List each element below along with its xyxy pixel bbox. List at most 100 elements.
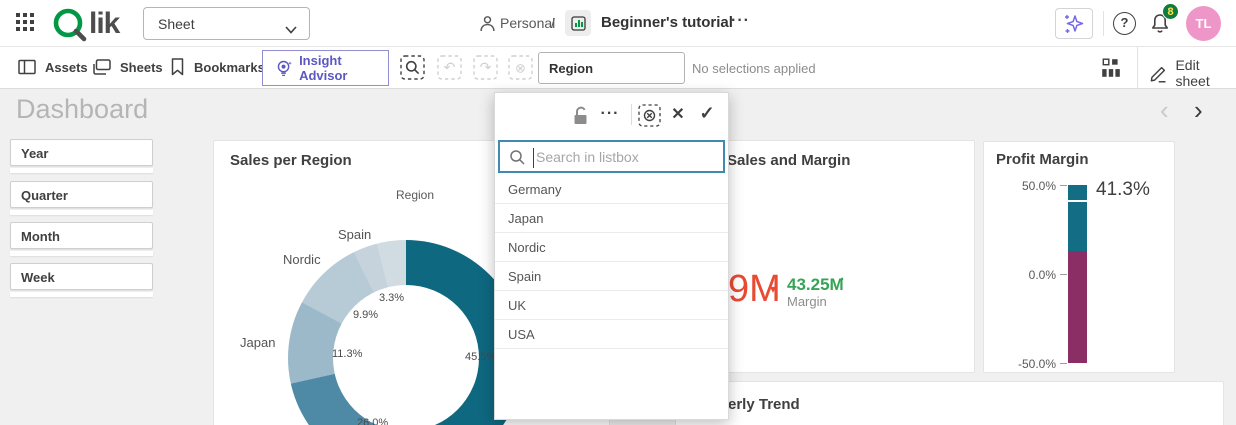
- sheet-selector[interactable]: Sheet: [143, 7, 310, 40]
- kpi-margin-value: 43.25M: [787, 275, 844, 295]
- redo-selection-icon[interactable]: ↷: [473, 55, 498, 80]
- svg-text:↷: ↷: [480, 59, 492, 75]
- app-launcher-icon[interactable]: [16, 13, 36, 38]
- gauge-tick-label-max: 50.0%: [996, 179, 1056, 193]
- sparkle-icon: [1062, 12, 1086, 36]
- edit-sheet-label: Edit sheet: [1175, 57, 1236, 89]
- filter-year[interactable]: Year: [10, 139, 153, 166]
- listbox-searchbox: [498, 140, 725, 173]
- donut-pct-japan: 11.3%: [332, 348, 362, 360]
- app-title: Beginner's tutorial: [601, 14, 733, 31]
- filter-week[interactable]: Week: [10, 263, 153, 290]
- insight-advisor-button[interactable]: Insight Advisor: [262, 50, 389, 86]
- filter-week-label: Week: [21, 270, 55, 285]
- listbox-item-nordic[interactable]: Nordic: [495, 233, 728, 262]
- app-icon: [565, 10, 591, 36]
- gauge-segment-positive: [1068, 185, 1087, 251]
- selections-status: No selections applied: [692, 61, 816, 76]
- text-caret: [533, 148, 534, 168]
- confirm-icon[interactable]: ✓: [693, 101, 721, 125]
- gauge-segment-negative: [1068, 251, 1087, 363]
- sales-and-margin-title: Sales and Margin: [727, 152, 850, 169]
- gauge-bar: [1068, 185, 1087, 363]
- insight-advisor-icon: [276, 59, 292, 77]
- filter-quarter[interactable]: Quarter: [10, 181, 153, 208]
- toolbar-divider: [1137, 47, 1138, 88]
- more-options-icon[interactable]: ···: [731, 12, 750, 30]
- edit-pencil-icon: [1149, 64, 1167, 83]
- kpi-margin-label: Margin: [787, 294, 827, 309]
- insight-advisor-label: Insight Advisor: [299, 53, 388, 83]
- assets-label: Assets: [45, 60, 88, 75]
- gauge-tick-min: [1060, 363, 1067, 364]
- clear-selection-icon[interactable]: [637, 103, 661, 127]
- user-icon: [479, 15, 496, 37]
- search-icon: [509, 149, 526, 171]
- region-listbox-popup: ··· ✕ ✓ Germany Japan Nordic Spain UK US…: [494, 92, 729, 420]
- menu-dots-icon[interactable]: ···: [597, 102, 623, 126]
- qlik-logo-text: lik: [89, 7, 119, 41]
- top-bar: lik Sheet Personal / Beginner's tutorial…: [0, 0, 1236, 47]
- donut-callout-japan: Japan: [240, 335, 275, 350]
- popup-divider: [631, 104, 632, 125]
- chevron-down-icon: [285, 21, 297, 39]
- listbox-item-germany[interactable]: Germany: [495, 175, 728, 204]
- page-title: Dashboard: [16, 94, 148, 125]
- sheets-icon: [93, 59, 111, 75]
- insight-advisor-chat-button[interactable]: [1055, 8, 1093, 39]
- cancel-icon[interactable]: ✕: [665, 102, 691, 126]
- donut-callout-spain: Spain: [338, 227, 371, 242]
- listbox-item-spain[interactable]: Spain: [495, 262, 728, 291]
- gauge-marker: [1068, 200, 1087, 202]
- gauge-tick-zero: [1060, 274, 1067, 275]
- notification-badge: 8: [1162, 3, 1179, 20]
- listbox-item-japan[interactable]: Japan: [495, 204, 728, 233]
- quarterly-trend-panel: Quarterly Trend: [675, 381, 1224, 425]
- sales-per-region-title: Sales per Region: [230, 152, 352, 169]
- prev-sheet-chevron[interactable]: ‹: [1160, 98, 1169, 122]
- undo-selection-icon[interactable]: ↶: [437, 55, 462, 80]
- next-sheet-chevron[interactable]: ›: [1194, 98, 1203, 122]
- edit-sheet-button[interactable]: Edit sheet: [1149, 57, 1236, 89]
- topbar-divider: [1103, 11, 1104, 36]
- profit-margin-title: Profit Margin: [996, 151, 1089, 168]
- sheets-button[interactable]: Sheets: [93, 59, 163, 75]
- gauge-tick-label-min: -50.0%: [996, 357, 1056, 371]
- donut-pct-spain: 3.3%: [379, 292, 404, 304]
- listbox-item-uk[interactable]: UK: [495, 291, 728, 320]
- assets-icon: [18, 59, 36, 75]
- search-selections-icon[interactable]: [400, 55, 425, 80]
- gauge-value: 41.3%: [1096, 179, 1150, 201]
- kpi-sales-trend-down-icon: ▾: [770, 282, 776, 296]
- svg-text:↶: ↶: [444, 59, 456, 75]
- qlik-logo: lik: [52, 5, 119, 43]
- sheet-grid-icon[interactable]: [1100, 57, 1122, 84]
- listbox-item-usa[interactable]: USA: [495, 320, 728, 349]
- gauge-tick-label-zero: 0.0%: [996, 268, 1056, 282]
- profit-margin-panel: Profit Margin 50.0% 0.0% -50.0% 41.3%: [983, 141, 1175, 373]
- sheets-label: Sheets: [120, 60, 163, 75]
- listbox-search-input[interactable]: [536, 144, 721, 169]
- donut-callout-nordic: Nordic: [283, 252, 321, 267]
- avatar[interactable]: TL: [1186, 6, 1221, 41]
- bookmarks-button[interactable]: Bookmarks: [170, 58, 265, 76]
- filter-quarter-label: Quarter: [21, 188, 68, 203]
- clear-selections-icon[interactable]: ⊗: [508, 55, 533, 80]
- breadcrumb-owner[interactable]: Personal: [500, 15, 555, 31]
- svg-text:⊗: ⊗: [515, 61, 526, 76]
- filter-month-label: Month: [21, 229, 60, 244]
- filter-year-label: Year: [21, 146, 48, 161]
- gauge-tick-max: [1060, 185, 1067, 186]
- assets-button[interactable]: Assets: [18, 59, 88, 75]
- donut-pct-nordic: 9.9%: [353, 309, 378, 321]
- qlik-sense-app: lik Sheet Personal / Beginner's tutorial…: [0, 0, 1236, 425]
- sales-and-margin-panel: Sales and Margin 9M ▾ 43.25M · Margin: [716, 140, 975, 373]
- sheet-selector-label: Sheet: [158, 16, 195, 32]
- help-icon[interactable]: ?: [1113, 12, 1136, 35]
- region-filter-input[interactable]: [538, 52, 685, 84]
- lock-icon[interactable]: [568, 103, 592, 127]
- breadcrumb-separator: /: [551, 15, 555, 31]
- bookmarks-icon: [170, 58, 185, 76]
- filter-month[interactable]: Month: [10, 222, 153, 249]
- kpi-margin-trend-icon: ·: [840, 271, 845, 288]
